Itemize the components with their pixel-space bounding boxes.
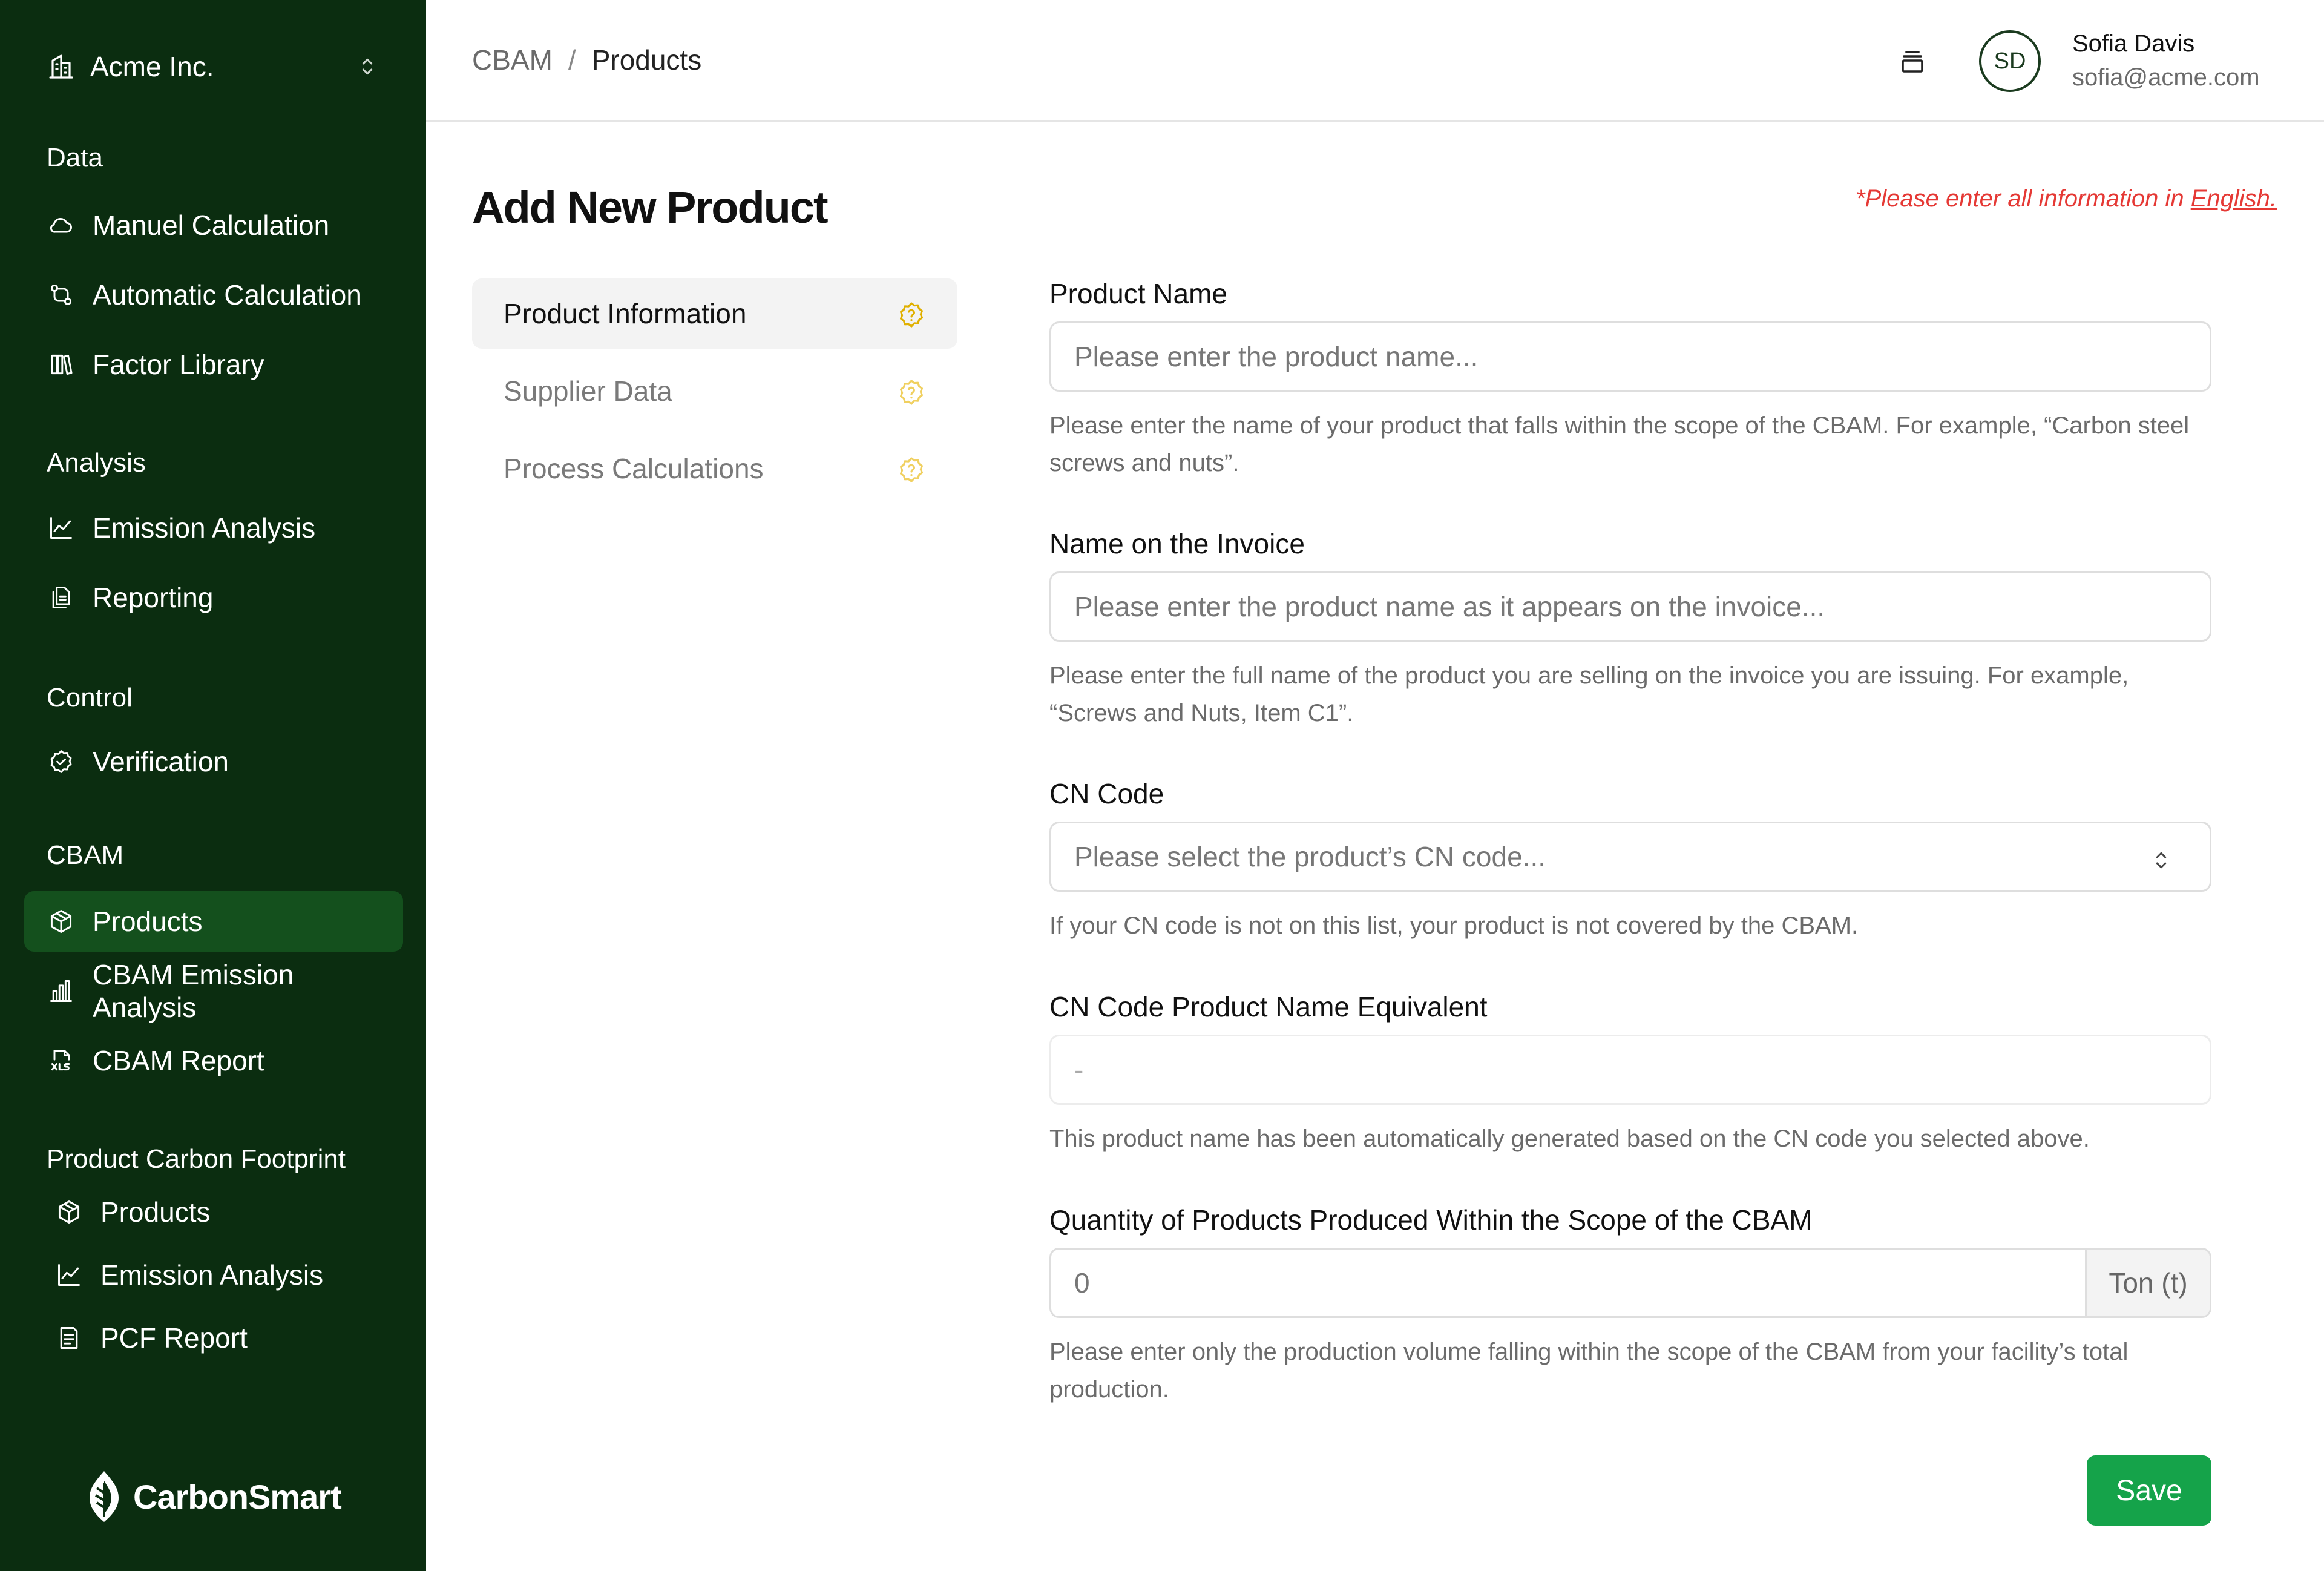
sidebar-item-label: PCF Report	[100, 1322, 248, 1354]
invoice-name-help: Please enter the full name of the produc…	[1049, 662, 2129, 726]
chevron-up-down-icon	[2149, 846, 2173, 871]
breadcrumb: CBAM / Products	[472, 44, 701, 76]
sidebar-item-label: Reporting	[93, 582, 214, 613]
file-spreadsheet-icon	[47, 1046, 76, 1075]
sidebar-item-cbam-report[interactable]: CBAM Report	[24, 1030, 403, 1091]
step-process-calculations[interactable]: Process Calculations	[472, 433, 957, 504]
sidebar-item-emission-analysis[interactable]: Emission Analysis	[24, 498, 403, 558]
sidebar-item-reporting[interactable]: Reporting	[24, 567, 403, 628]
breadcrumb-item-products: Products	[591, 44, 702, 76]
sidebar-item-factor-library[interactable]: Factor Library	[24, 334, 403, 395]
product-name-input[interactable]: Please enter the product name...	[1049, 321, 2211, 392]
sidebar-item-label: Emission Analysis	[100, 1259, 324, 1291]
english-notice-text: *Please enter all information in	[1856, 185, 2191, 212]
sidebar-item-manual-calculation[interactable]: Manuel Calculation	[24, 195, 403, 255]
sidebar-item-label: CBAM Emission Analysis	[93, 959, 294, 1023]
line-chart-icon	[47, 513, 76, 542]
package-icon	[47, 907, 76, 936]
sidebar-item-label: Factor Library	[93, 349, 264, 380]
breadcrumb-item-cbam[interactable]: CBAM	[472, 44, 553, 76]
quantity-help: Please enter only the production volume …	[1049, 1339, 2129, 1403]
cn-equivalent-field: -	[1049, 1035, 2211, 1105]
chevron-up-down-icon	[355, 54, 379, 79]
badge-help-icon	[897, 455, 926, 484]
sidebar-item-pcf-report[interactable]: PCF Report	[24, 1309, 403, 1367]
english-notice: *Please enter all information in English…	[1856, 185, 2277, 212]
line-chart-icon	[54, 1260, 84, 1289]
sidebar-item-label: Verification	[93, 746, 229, 777]
cn-equivalent-help: This product name has been automatically…	[1049, 1125, 2090, 1152]
section-title-data: Data	[47, 143, 103, 173]
brand-logo: CarbonSmart	[85, 1471, 342, 1522]
report-icon	[54, 1323, 84, 1352]
sidebar-item-label: Manuel Calculation	[93, 209, 330, 241]
package-icon	[54, 1197, 84, 1227]
english-notice-link[interactable]: English.	[2191, 185, 2277, 212]
archive-stack-icon[interactable]	[1898, 47, 1927, 76]
sidebar-item-label: Products	[93, 906, 203, 937]
git-compare-icon	[47, 280, 76, 309]
avatar[interactable]: SD	[1979, 30, 2041, 92]
section-title-analysis: Analysis	[47, 448, 146, 478]
sidebar-item-label: Products	[100, 1196, 211, 1228]
cn-equivalent-label: CN Code Product Name Equivalent	[1049, 991, 1488, 1023]
page-title: Add New Product	[472, 182, 829, 232]
library-icon	[47, 350, 76, 379]
sidebar-item-cbam-products[interactable]: Products	[24, 891, 403, 952]
bar-chart-icon	[47, 977, 76, 1006]
sidebar-item-pcf-emission-analysis[interactable]: Emission Analysis	[24, 1246, 403, 1304]
section-title-cbam: CBAM	[47, 840, 124, 870]
badge-check-icon	[47, 747, 76, 776]
building-icon	[47, 52, 76, 81]
cloud-icon	[47, 211, 76, 240]
invoice-name-label: Name on the Invoice	[1049, 528, 1305, 559]
sidebar-item-label: CBAM Report	[93, 1045, 264, 1076]
quantity-input-group: 0 Ton (t)	[1049, 1248, 2211, 1318]
section-title-control: Control	[47, 683, 133, 713]
leaf-logo-icon	[85, 1471, 123, 1522]
quantity-unit: Ton (t)	[2085, 1250, 2210, 1316]
sidebar-item-cbam-emission-analysis[interactable]: CBAM Emission Analysis	[24, 959, 403, 1023]
sidebar-item-label: Automatic Calculation	[93, 279, 362, 311]
org-switcher[interactable]: Acme Inc.	[47, 48, 379, 85]
step-label: Supplier Data	[504, 375, 672, 407]
sidebar-item-label: Emission Analysis	[93, 512, 316, 544]
quantity-label: Quantity of Products Produced Within the…	[1049, 1204, 1813, 1236]
brand-name: CarbonSmart	[133, 1477, 342, 1516]
sidebar-item-pcf-products[interactable]: Products	[24, 1183, 403, 1241]
step-label: Product Information	[504, 298, 747, 329]
section-title-pcf: Product Carbon Footprint	[47, 1144, 346, 1174]
cn-code-select[interactable]: Please select the product’s CN code...	[1049, 822, 2211, 892]
sidebar: Acme Inc. Data Manuel Calculation Automa…	[0, 0, 426, 1571]
product-name-label: Product Name	[1049, 278, 1228, 309]
step-product-information[interactable]: Product Information	[472, 278, 957, 349]
sidebar-item-automatic-calculation[interactable]: Automatic Calculation	[24, 265, 403, 325]
badge-help-icon	[897, 378, 926, 407]
user-email: sofia@acme.com	[2072, 64, 2260, 91]
product-name-help: Please enter the name of your product th…	[1049, 412, 2190, 476]
cn-code-placeholder: Please select the product’s CN code...	[1074, 841, 1546, 872]
step-supplier-data[interactable]: Supplier Data	[472, 356, 957, 426]
org-name: Acme Inc.	[90, 51, 214, 82]
cn-code-label: CN Code	[1049, 778, 1164, 809]
badge-help-icon	[897, 300, 926, 329]
user-name: Sofia Davis	[2072, 30, 2195, 57]
breadcrumb-separator: /	[568, 44, 576, 76]
quantity-input[interactable]: 0	[1051, 1250, 2085, 1316]
cn-code-help: If your CN code is not on this list, you…	[1049, 912, 1859, 939]
top-header: CBAM / Products SD Sofia Davis sofia@acm…	[426, 0, 2324, 122]
invoice-name-input[interactable]: Please enter the product name as it appe…	[1049, 571, 2211, 642]
save-button[interactable]: Save	[2087, 1455, 2211, 1526]
files-icon	[47, 583, 76, 612]
sidebar-item-verification[interactable]: Verification	[24, 731, 403, 792]
step-label: Process Calculations	[504, 453, 764, 484]
